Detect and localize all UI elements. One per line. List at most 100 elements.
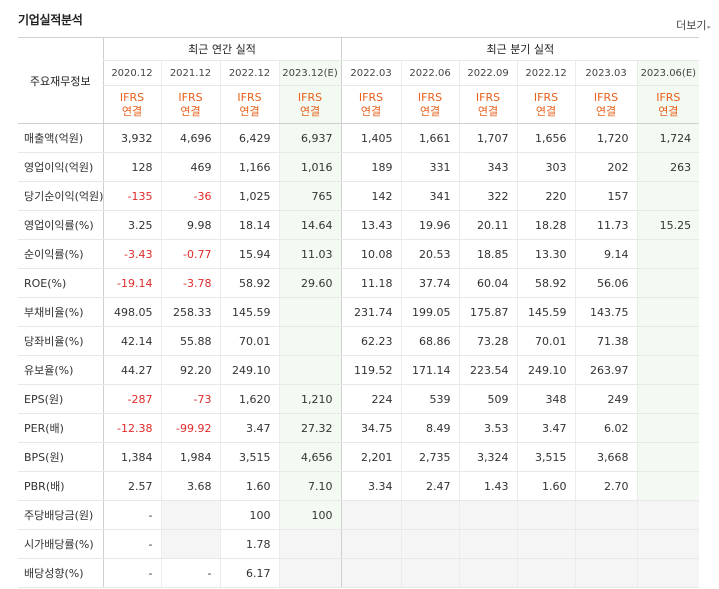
table-cell: -0.77 [160, 239, 220, 269]
table-cell: 11.73 [574, 210, 638, 240]
table-cell: 509 [458, 384, 518, 414]
table-cell [574, 558, 638, 588]
period-header: 2022.12 [219, 60, 279, 86]
basis-line1: IFRS [297, 90, 323, 104]
table-cell: 2.47 [400, 471, 460, 501]
table-cell: 71.38 [574, 326, 638, 356]
table-cell: 3.25 [102, 210, 161, 240]
basis-header: IFRS 연결 [219, 85, 279, 124]
table-cell: 100 [278, 500, 342, 530]
row-label: 당기순이익(억원) [18, 181, 103, 211]
table-cell: 1.60 [219, 471, 279, 501]
row-label: 영업이익(억원) [18, 152, 103, 182]
more-link[interactable]: 더보기▸ [676, 17, 711, 33]
table-row: PBR(배) 2.57 3.68 1.60 7.10 3.34 2.47 1.43 1.60 2.… [18, 471, 700, 501]
basis-line1: IFRS [237, 90, 262, 104]
table-cell: 9.14 [574, 239, 638, 269]
more-label[interactable]: 더보기 [676, 19, 706, 32]
table-cell: 10.08 [340, 239, 402, 269]
table-cell: 100 [219, 500, 279, 530]
table-cell [400, 500, 460, 530]
table-cell [340, 500, 402, 530]
table-cell: 14.64 [278, 210, 342, 240]
table-cell: -73 [160, 384, 220, 414]
table-cell [574, 500, 638, 530]
basis-line1: IFRS [475, 90, 501, 104]
table-cell [278, 297, 342, 327]
table-cell: 73.28 [458, 326, 518, 356]
table-cell: 18.28 [516, 210, 576, 240]
table-row: 당기순이익(억원) -135 -36 1,025 765 142 341 322 220 157 [18, 181, 700, 211]
table-cell: -3.78 [160, 268, 220, 298]
table-cell: -3.43 [102, 239, 161, 269]
table-cell: 60.04 [458, 268, 518, 298]
table-cell [458, 558, 518, 588]
table-cell [340, 558, 402, 588]
table-cell: 249.10 [219, 355, 279, 385]
table-cell: 220 [516, 181, 576, 211]
table-cell [636, 239, 700, 269]
table-cell: - [102, 529, 161, 559]
table-cell: 56.06 [574, 268, 638, 298]
table-row: 영업이익(억원) 128 469 1,166 1,016 189 331 343 303 202 2… [18, 152, 700, 182]
basis-header: IFRS 연결 [102, 85, 161, 124]
table-cell: 2,735 [400, 442, 460, 472]
table-cell: 58.92 [219, 268, 279, 298]
row-label: 주당배당금(원) [18, 500, 103, 530]
table-cell: -19.14 [102, 268, 161, 298]
table-cell: 765 [278, 181, 342, 211]
row-label: ROE(%) [18, 268, 103, 298]
section-title: 기업실적분석 [18, 13, 83, 27]
table-cell: 34.75 [340, 413, 402, 443]
table-cell: 20.11 [458, 210, 518, 240]
basis-line2: 연결 [360, 104, 382, 118]
table-cell: 1.78 [219, 529, 279, 559]
table-cell: 11.18 [340, 268, 402, 298]
table-cell: 68.86 [400, 326, 460, 356]
period-header: 2022.09 [458, 60, 518, 86]
table-cell: 128 [102, 152, 161, 182]
table-cell: 348 [516, 384, 576, 414]
table-cell: 303 [516, 152, 576, 182]
table-cell: 20.53 [400, 239, 460, 269]
table-cell: 1,025 [219, 181, 279, 211]
table-cell: 202 [574, 152, 638, 182]
table-cell: 1,661 [400, 123, 460, 153]
table-cell: 145.59 [516, 297, 576, 327]
table-cell: 322 [458, 181, 518, 211]
table-cell: 223.54 [458, 355, 518, 385]
basis-line2: 연결 [658, 104, 679, 118]
row-label: EPS(원) [18, 384, 103, 414]
table-cell [636, 355, 700, 385]
table-cell: 143.75 [574, 297, 638, 327]
table-cell: 341 [400, 181, 460, 211]
table-cell: 42.14 [102, 326, 161, 356]
table-cell: 1,210 [278, 384, 342, 414]
table-cell: 1.60 [516, 471, 576, 501]
period-header: 2022.06 [400, 60, 460, 86]
table-cell [636, 268, 700, 298]
quarter-header: 최근 분기 실적 [340, 37, 700, 61]
row-label: 매출액(억원) [18, 123, 103, 153]
financial-table: 주요재무정보 최근 연간 실적 최근 분기 실적 2020.12 2021.12 2… [18, 37, 700, 588]
row-label: 유보율(%) [18, 355, 103, 385]
chevron-right-icon: ▸ [707, 23, 711, 31]
table-cell: 6.17 [219, 558, 279, 588]
table-row: 부채비율(%) 498.05 258.33 145.59 231.74 199.05 175… [18, 297, 700, 327]
table-cell: 62.23 [340, 326, 402, 356]
table-cell [636, 471, 700, 501]
table-cell: 58.92 [516, 268, 576, 298]
table-cell [574, 529, 638, 559]
table-cell: 11.03 [278, 239, 342, 269]
row-label: 당좌비율(%) [18, 326, 103, 356]
table-cell [160, 529, 220, 559]
basis-line2: 연결 [299, 104, 321, 118]
table-cell: 70.01 [516, 326, 576, 356]
row-label: BPS(원) [18, 442, 103, 472]
table-cell: 249.10 [516, 355, 576, 385]
table-cell: 1,656 [516, 123, 576, 153]
basis-header: IFRS 연결 [160, 85, 220, 124]
table-cell: 3,932 [102, 123, 161, 153]
table-cell: 3.47 [516, 413, 576, 443]
period-header: 2023.06(E) [636, 60, 700, 86]
